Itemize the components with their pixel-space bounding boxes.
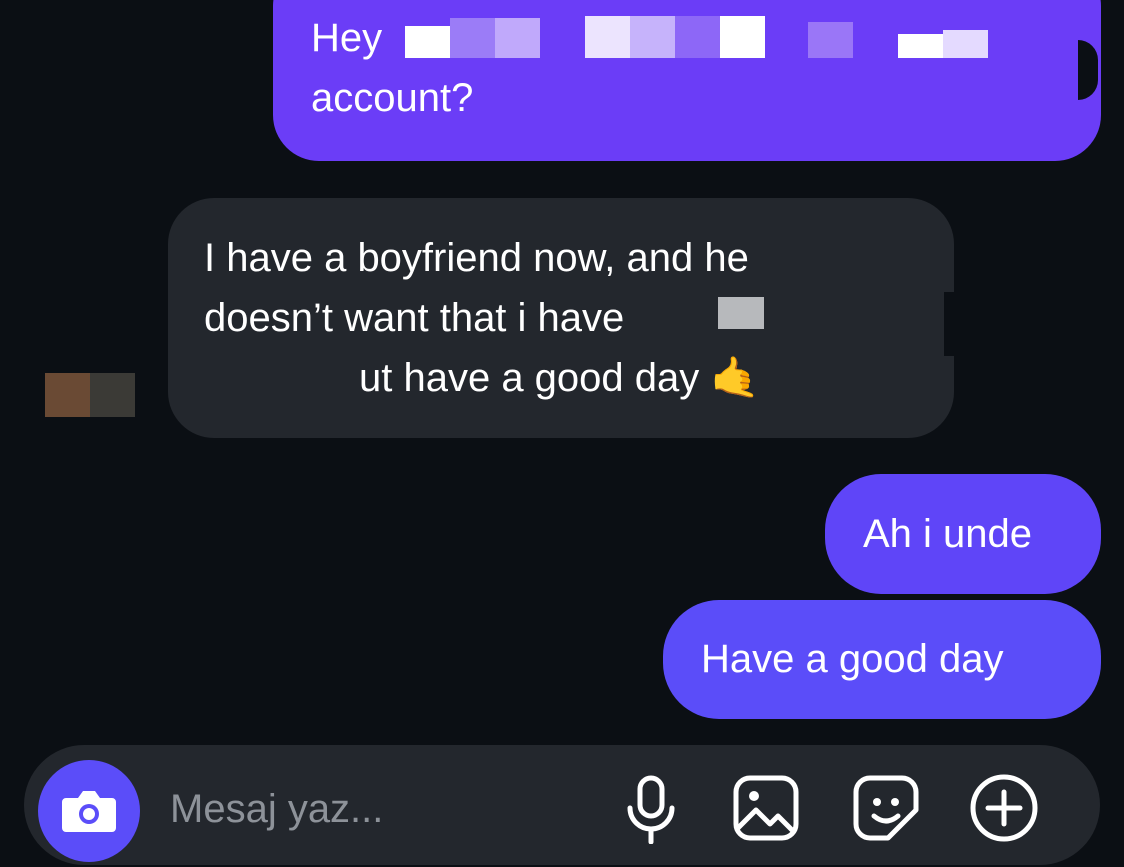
redaction-block (675, 16, 720, 58)
avatar[interactable] (45, 373, 135, 417)
message-input[interactable]: Mesaj yaz... (170, 784, 383, 834)
microphone-icon (627, 775, 675, 845)
message-line: doesn’t want that i have (204, 296, 625, 340)
redaction-block (720, 16, 765, 58)
redaction-block (808, 22, 853, 58)
outgoing-message-bubble[interactable]: Have a good day (663, 600, 1101, 719)
redaction-block (943, 30, 988, 58)
redaction-block (630, 16, 675, 58)
message-line: Have a good day (701, 637, 1004, 681)
camera-icon (62, 791, 116, 832)
redaction-block (450, 18, 495, 58)
redaction-block (405, 26, 450, 58)
microphone-button[interactable] (616, 772, 688, 845)
redaction-block (180, 353, 360, 417)
sticker-icon (853, 775, 919, 841)
message-line: account? (311, 76, 474, 120)
redaction-block (495, 18, 540, 58)
add-button[interactable] (968, 772, 1040, 844)
outgoing-message-bubble[interactable]: Ah i unde (825, 474, 1101, 594)
message-line: Ah i unde (863, 512, 1033, 556)
camera-button[interactable] (38, 760, 140, 862)
redaction-block (898, 34, 943, 58)
call-me-hand-emoji: 🤙 (710, 356, 761, 400)
redaction-block (585, 16, 630, 58)
gallery-button[interactable] (730, 772, 802, 844)
image-icon (733, 775, 799, 841)
avatar-pixel (45, 373, 90, 417)
redaction-block (944, 292, 954, 356)
plus-circle-icon (970, 774, 1038, 842)
avatar-pixel (90, 373, 135, 417)
redaction-block (718, 297, 764, 329)
message-text: ut have a good day (359, 356, 700, 400)
sticker-button[interactable] (850, 772, 922, 844)
message-line: I have a boyfriend now, and he (204, 236, 749, 280)
